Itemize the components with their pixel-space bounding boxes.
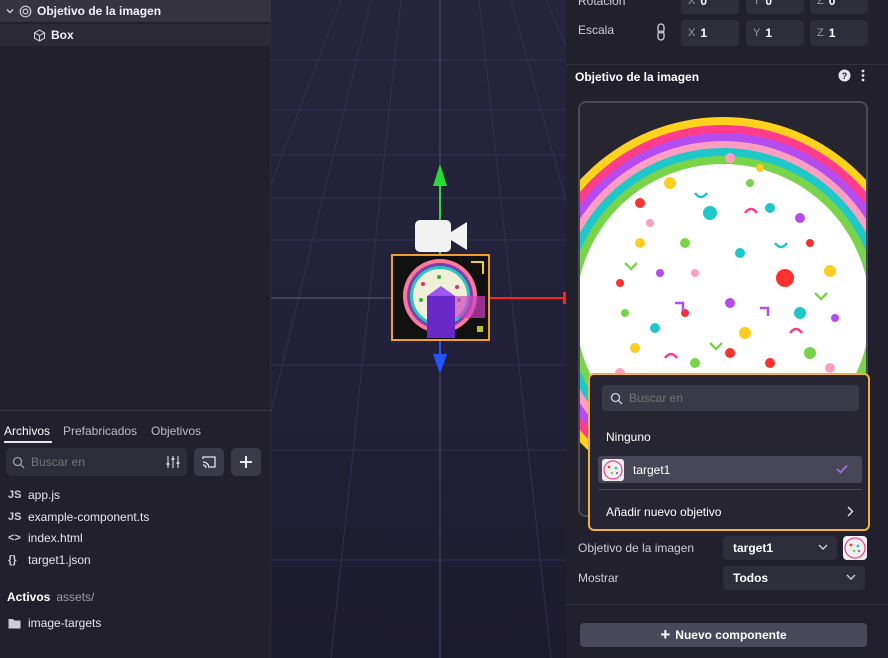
axis-value: 1	[765, 26, 773, 40]
axis-value: 1	[700, 26, 708, 40]
hierarchy-item-label: Box	[51, 28, 74, 42]
import-button[interactable]	[194, 448, 224, 476]
axis-label: X	[688, 0, 696, 7]
file-item[interactable]: <> index.html	[8, 530, 83, 546]
inspector-panel: Rotación X 0 Y 0 Z 0 Escala X 1 Y 1 Z 1 …	[566, 0, 888, 658]
dropdown-search-input[interactable]	[629, 391, 849, 405]
js-file-icon: JS	[8, 511, 22, 523]
active-tab-indicator	[4, 441, 52, 443]
axis-label: Z	[817, 27, 824, 39]
scene-viewport[interactable]	[271, 0, 566, 658]
tab-prefabs[interactable]: Prefabricados	[63, 424, 137, 438]
axis-label: Y	[753, 0, 761, 7]
scene-grid	[271, 0, 566, 658]
hierarchy-item-image-target[interactable]: Objetivo de la imagen	[0, 0, 271, 22]
add-component-label: Nuevo componente	[675, 628, 787, 642]
rotation-z-field[interactable]: Z 0	[810, 0, 868, 14]
axis-label: X	[688, 27, 696, 39]
target-label: Objetivo de la imagen	[578, 541, 695, 555]
axis-label: Y	[753, 27, 761, 39]
assets-header: Activos assets/	[7, 589, 94, 605]
help-icon[interactable]: ?	[838, 69, 851, 82]
axis-value: 1	[828, 26, 836, 40]
more-vertical-icon[interactable]	[861, 69, 865, 82]
link-icon[interactable]	[656, 23, 666, 41]
assets-title: Activos	[7, 590, 51, 604]
hierarchy-item-box[interactable]: Box	[0, 24, 271, 46]
show-label: Mostrar	[578, 571, 619, 585]
svg-text:?: ?	[842, 71, 848, 81]
files-search-box[interactable]	[6, 448, 187, 476]
panel-divider	[566, 604, 888, 605]
axis-label: Z	[817, 0, 824, 7]
scale-label: Escala	[578, 23, 615, 37]
file-name: example-component.ts	[28, 510, 150, 524]
option-label: Añadir nuevo objetivo	[606, 504, 722, 519]
add-component-button[interactable]: + Nuevo componente	[580, 623, 867, 647]
chevron-right-icon	[846, 506, 854, 517]
hierarchy-item-label: Objetivo de la imagen	[37, 4, 162, 18]
code-file-icon: <>	[8, 532, 21, 544]
cube-icon	[33, 28, 46, 42]
target-icon	[19, 5, 32, 18]
panel-divider	[0, 410, 271, 411]
rotation-label: Rotación	[578, 0, 626, 8]
folder-item[interactable]: image-targets	[8, 615, 101, 631]
file-name: target1.json	[28, 553, 91, 567]
cast-icon	[201, 454, 217, 470]
target-select[interactable]: target1	[723, 536, 837, 560]
json-file-icon: {}	[8, 554, 17, 566]
scale-y-field[interactable]: Y 1	[746, 20, 804, 46]
folder-name: image-targets	[28, 616, 102, 630]
add-new-target-option[interactable]: Añadir nuevo objetivo	[598, 498, 862, 525]
show-select[interactable]: Todos	[723, 566, 865, 590]
file-name: app.js	[28, 488, 61, 502]
dropdown-divider	[598, 489, 862, 490]
chevron-down-icon	[817, 541, 829, 553]
section-title: Objetivo de la imagen	[575, 70, 700, 84]
rotation-y-field[interactable]: Y 0	[746, 0, 804, 14]
dropdown-search-box[interactable]	[602, 385, 859, 411]
scale-z-field[interactable]: Z 1	[810, 20, 868, 46]
dropdown-option-target1[interactable]: target1	[598, 456, 862, 483]
target-dropdown-menu: Ninguno target1 Añadir nuevo objetivo	[588, 373, 870, 531]
add-file-button[interactable]	[231, 448, 261, 476]
axis-value: 0	[765, 0, 773, 8]
js-file-icon: JS	[8, 489, 22, 501]
option-label: Ninguno	[606, 429, 651, 444]
assets-path: assets/	[56, 590, 95, 604]
plus-icon	[239, 455, 253, 469]
axis-value: 0	[700, 0, 708, 8]
files-search-input[interactable]	[31, 455, 156, 469]
file-item[interactable]: JS example-component.ts	[8, 509, 149, 525]
chevron-down-icon[interactable]	[5, 6, 15, 16]
scale-x-field[interactable]: X 1	[681, 20, 739, 46]
search-icon	[12, 456, 25, 469]
target-thumbnail-icon	[602, 458, 624, 481]
folder-icon	[8, 618, 28, 629]
search-icon	[610, 392, 623, 405]
option-label: target1	[633, 462, 671, 477]
chevron-down-icon	[845, 571, 857, 583]
axis-value: 0	[828, 0, 836, 8]
file-name: index.html	[28, 531, 83, 545]
plus-icon: +	[660, 625, 671, 644]
target-select-value: target1	[733, 541, 774, 555]
filter-sliders-icon[interactable]	[165, 454, 181, 470]
target-thumbnail-icon[interactable]	[843, 536, 867, 560]
rotation-x-field[interactable]: X 0	[681, 0, 739, 14]
left-panel: Objetivo de la imagen Box Archivos Prefa…	[0, 0, 271, 658]
file-item[interactable]: JS app.js	[8, 487, 60, 503]
show-select-value: Todos	[733, 571, 769, 585]
check-icon	[836, 464, 848, 474]
dropdown-option-none[interactable]: Ninguno	[598, 423, 862, 450]
tab-targets[interactable]: Objetivos	[151, 424, 201, 438]
file-item[interactable]: {} target1.json	[8, 552, 91, 568]
tab-files[interactable]: Archivos	[4, 424, 50, 438]
